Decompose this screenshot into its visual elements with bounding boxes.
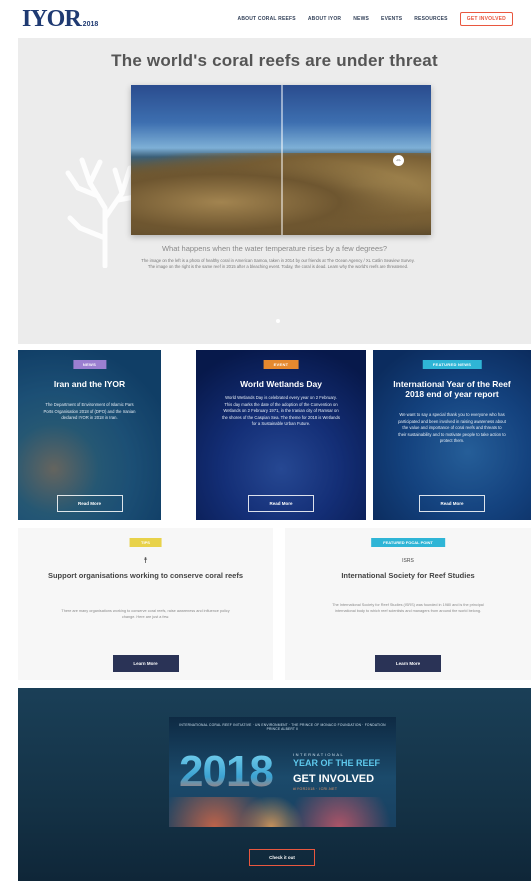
banner-subtext: #IYOR2018 · ICRI.NET: [293, 787, 338, 791]
site-header: IYOR 2018 ABOUT CORAL REEFS ABOUT IYOR N…: [0, 0, 531, 38]
banner-intl: INTERNATIONAL: [293, 752, 345, 757]
hero-description: The image on the left is a photo of heal…: [141, 258, 415, 270]
banner-year: 2018: [179, 747, 274, 796]
focal-text: The International Society for Reef Studi…: [332, 603, 484, 614]
learn-more-button[interactable]: Learn More: [375, 655, 441, 672]
iyor-2018-banner[interactable]: INTERNATIONAL CORAL REEF INITIATIVE · UN…: [169, 717, 396, 827]
card-title: International Year of the Reef 2018 end …: [393, 379, 511, 399]
card-badge: NEWS: [72, 360, 107, 369]
get-involved-button[interactable]: GET INVOLVED: [459, 12, 513, 26]
banner-title: YEAR OF THE REEF: [293, 758, 381, 768]
banner-reef-art: [169, 797, 396, 827]
partners-text: INTERNATIONAL CORAL REEF INITIATIVE · UN…: [179, 723, 386, 731]
arrows-icon[interactable]: ⇔: [393, 155, 404, 166]
card-title: World Wetlands Day: [240, 379, 322, 389]
support-organisations: TIPS ☨ Support organisations working to …: [18, 528, 273, 680]
support-title: Support organisations working to conserv…: [47, 571, 244, 580]
carousel-dot[interactable]: [276, 319, 280, 323]
iyor-logo[interactable]: IYOR 2018: [22, 6, 98, 33]
nav-resources[interactable]: RESOURCES: [414, 16, 447, 22]
card-badge: FEATURED NEWS: [422, 360, 482, 369]
card-text: The Department of Environment of Islamic…: [43, 402, 136, 421]
card-badge: EVENT: [263, 360, 299, 369]
card-text: We want to say a special thank you to ev…: [398, 412, 506, 444]
read-more-button[interactable]: Read More: [419, 495, 485, 512]
hero-question: What happens when the water temperature …: [161, 244, 388, 253]
focal-badge: FEATURED FOCAL POINT: [371, 538, 445, 547]
check-it-out-button[interactable]: Check it out: [249, 849, 315, 866]
tips-badge: TIPS: [129, 538, 162, 547]
read-more-button[interactable]: Read More: [248, 495, 314, 512]
hero-section: The world's coral reefs are under threat…: [18, 38, 531, 344]
learn-more-button[interactable]: Learn More: [112, 655, 179, 672]
reef-comparison-image[interactable]: [131, 85, 431, 235]
news-card-wetlands[interactable]: EVENT World Wetlands Day World Wetlands …: [196, 350, 366, 520]
featured-focal-point: FEATURED FOCAL POINT ISRS International …: [285, 528, 531, 680]
news-cards: NEWS Iran and the IYOR The Department of…: [18, 350, 531, 520]
focal-title: International Society for Reef Studies: [341, 571, 475, 580]
main-nav: ABOUT CORAL REEFS ABOUT IYOR NEWS EVENTS…: [238, 12, 513, 26]
comparison-divider[interactable]: [281, 85, 283, 235]
person-icon: ☨: [143, 556, 148, 565]
card-text: World Wetlands Day is celebrated every y…: [222, 395, 340, 427]
isrs-logo-icon: ISRS: [402, 558, 414, 564]
support-text: There are many organisations working to …: [61, 609, 230, 620]
news-card-report[interactable]: FEATURED NEWS International Year of the …: [373, 350, 531, 520]
logo-text: IYOR: [22, 5, 82, 32]
nav-about-iyor[interactable]: ABOUT IYOR: [308, 16, 341, 22]
nav-news[interactable]: NEWS: [353, 16, 369, 22]
nav-events[interactable]: EVENTS: [381, 16, 402, 22]
hero-title: The world's coral reefs are under threat: [111, 51, 438, 70]
banner-get-involved: GET INVOLVED: [293, 773, 375, 785]
year-of-reef-section: INTERNATIONAL CORAL REEF INITIATIVE · UN…: [18, 688, 531, 881]
news-card-iran[interactable]: NEWS Iran and the IYOR The Department of…: [18, 350, 161, 520]
card-title: Iran and the IYOR: [53, 379, 126, 389]
read-more-button[interactable]: Read More: [56, 495, 123, 512]
logo-year: 2018: [82, 20, 99, 28]
nav-about-coral-reefs[interactable]: ABOUT CORAL REEFS: [238, 16, 296, 22]
